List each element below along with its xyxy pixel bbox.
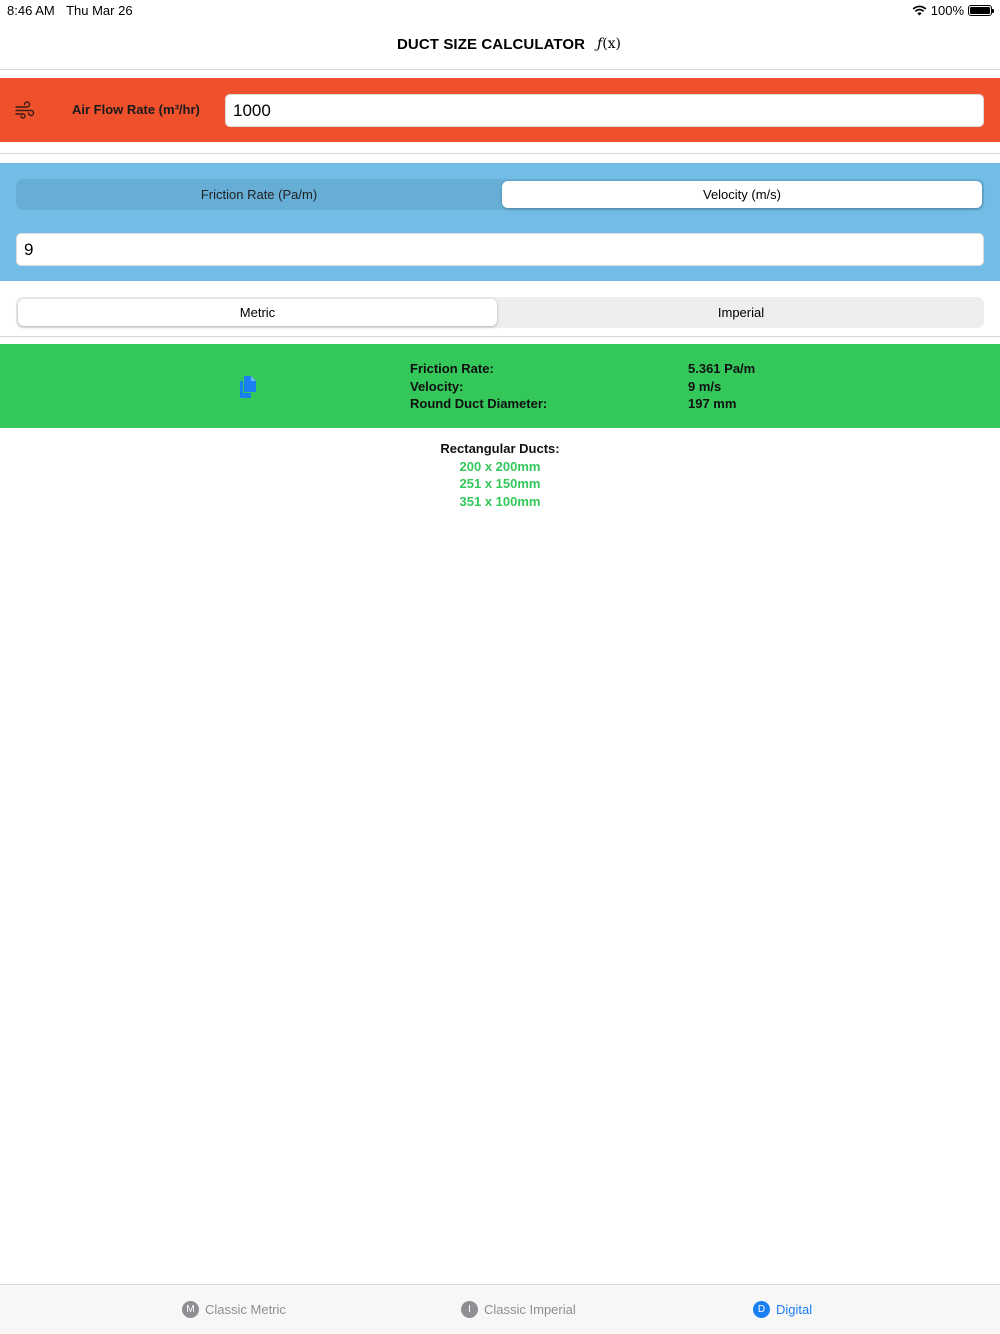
tab-label: Digital xyxy=(776,1302,813,1317)
formula-arg: (x) xyxy=(602,36,622,52)
wind-icon xyxy=(15,101,35,119)
page-title: DUCT SIZE CALCULATOR xyxy=(397,36,586,53)
tab-digital[interactable]: D Digital xyxy=(753,1301,812,1318)
formula-button[interactable]: ƒ(x) xyxy=(597,36,621,52)
rate-mode-segmented-control: Friction Rate (Pa/m) Velocity (m/s) xyxy=(16,179,984,210)
status-time: 8:46 AM xyxy=(7,3,55,18)
velocity-label: Velocity: xyxy=(410,378,464,394)
results-panel: Friction Rate: Velocity: Round Duct Diam… xyxy=(0,344,1000,428)
rate-section: Friction Rate (Pa/m) Velocity (m/s) 9 xyxy=(0,163,1000,281)
round-duct-diameter-value: 197 mm xyxy=(688,396,737,412)
segment-friction-rate[interactable]: Friction Rate (Pa/m) xyxy=(18,181,500,208)
segment-imperial[interactable]: Imperial xyxy=(500,299,982,326)
tab-label: Classic Metric xyxy=(205,1302,286,1317)
digital-badge-icon: D xyxy=(753,1301,770,1318)
units-segmented-control: Metric Imperial xyxy=(16,297,984,328)
imperial-badge-icon: I xyxy=(461,1301,478,1318)
divider xyxy=(0,336,1000,337)
friction-rate-label: Friction Rate: xyxy=(410,361,494,376)
rate-value-input[interactable]: 9 xyxy=(16,233,984,266)
copy-icon[interactable] xyxy=(239,376,257,398)
navigation-bar: DUCT SIZE CALCULATOR ƒ(x) xyxy=(0,22,1000,70)
duct-size: 200 x 200mm xyxy=(459,458,541,474)
airflow-section: Air Flow Rate (m³/hr) 1000 xyxy=(0,78,1000,142)
round-duct-diameter-label: Round Duct Diameter: xyxy=(410,396,548,412)
battery-percent: 100% xyxy=(930,3,964,18)
results-labels: Friction Rate: Velocity: Round Duct Diam… xyxy=(410,360,547,413)
rectangular-ducts: Rectangular Ducts: 200 x 200mm 251 x 150… xyxy=(0,440,1000,511)
duct-size: 251 x 150mm xyxy=(459,476,541,492)
tab-label: Classic Imperial xyxy=(484,1302,576,1317)
tab-classic-imperial[interactable]: I Classic Imperial xyxy=(461,1301,576,1318)
segment-velocity[interactable]: Velocity (m/s) xyxy=(502,181,982,208)
tab-classic-metric[interactable]: M Classic Metric xyxy=(182,1301,286,1318)
status-bar: 8:46 AM Thu Mar 26 100% xyxy=(0,0,1000,22)
rectangular-ducts-title: Rectangular Ducts: xyxy=(440,441,560,456)
airflow-label: Air Flow Rate (m³/hr) xyxy=(72,102,200,117)
metric-badge-icon: M xyxy=(182,1301,199,1318)
tab-bar: M Classic Metric I Classic Imperial D Di… xyxy=(0,1284,1000,1334)
status-date: Thu Mar 26 xyxy=(66,3,133,18)
airflow-input[interactable]: 1000 xyxy=(225,94,984,127)
divider xyxy=(0,153,1000,154)
segment-metric[interactable]: Metric xyxy=(18,299,497,326)
wifi-icon xyxy=(912,5,927,16)
results-values: 5.361 Pa/m 9 m/s 197 mm xyxy=(688,360,755,413)
battery-icon xyxy=(968,5,994,16)
velocity-value: 9 m/s xyxy=(688,378,722,394)
duct-size: 351 x 100mm xyxy=(459,494,541,510)
friction-rate-value: 5.361 Pa/m xyxy=(688,361,756,376)
